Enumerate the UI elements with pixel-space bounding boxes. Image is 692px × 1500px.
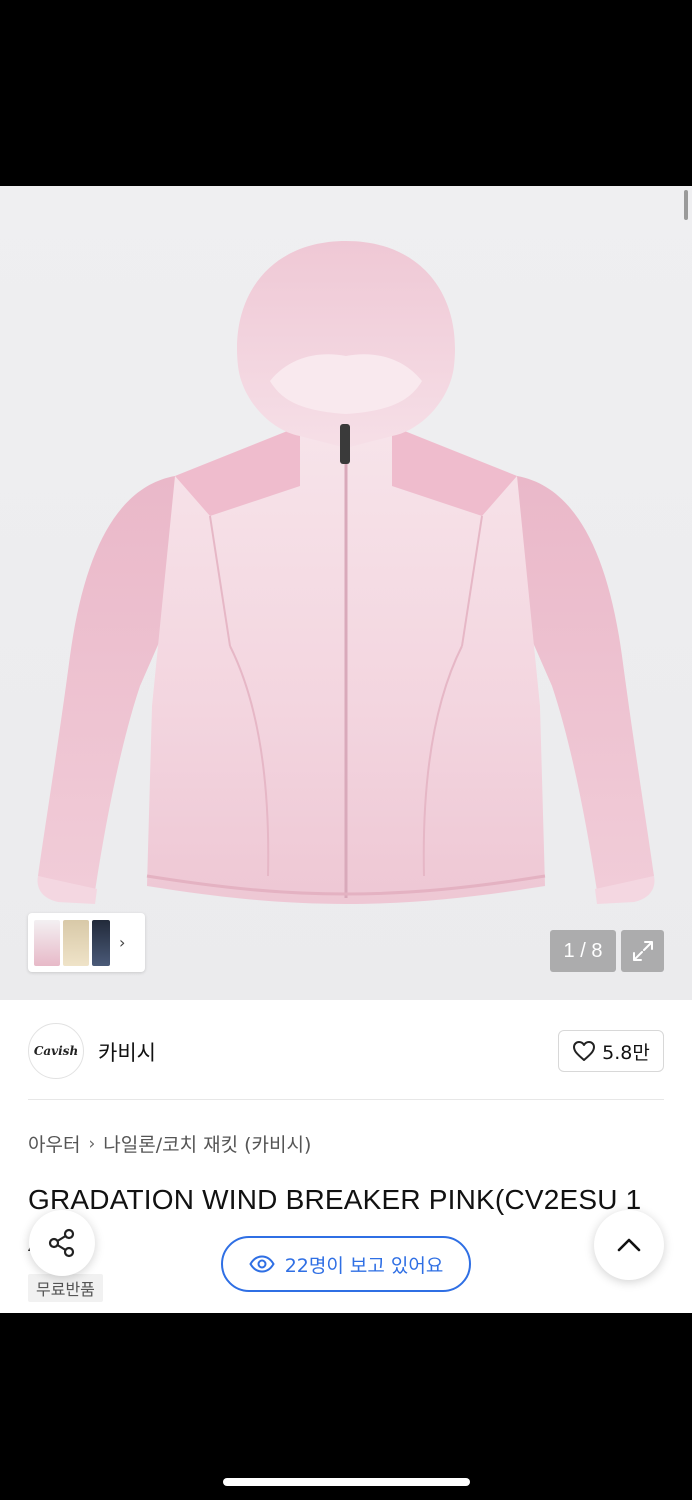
scroll-indicator — [684, 190, 688, 220]
chevron-up-icon — [617, 1238, 641, 1252]
breadcrumb-item-outer[interactable]: 아우터 — [28, 1130, 80, 1157]
brand-row: Cavish 카비시 5.8만 — [28, 1023, 664, 1079]
breadcrumb: 아우터 › 나일론/코치 재킷 (카비시) — [28, 1130, 311, 1157]
product-screen: › 1 / 8 Cavish 카비시 5.8만 아우터 › 나일론/코치 재킷 … — [0, 186, 692, 1313]
breadcrumb-item-category[interactable]: 나일론/코치 재킷 (카비시) — [103, 1130, 311, 1157]
brand-logo[interactable]: Cavish — [28, 1023, 84, 1079]
product-image — [37, 241, 655, 904]
share-icon — [48, 1228, 75, 1258]
divider — [28, 1099, 664, 1100]
viewers-text: 22명이 보고 있어요 — [284, 1254, 444, 1277]
free-return-badge: 무료반품 — [28, 1274, 103, 1302]
heart-icon — [573, 1041, 596, 1061]
image-counter: 1 / 8 — [550, 930, 616, 972]
product-image-gallery[interactable]: › 1 / 8 — [0, 186, 692, 1000]
status-bar-area — [0, 0, 692, 186]
chevron-right-icon[interactable]: › — [119, 933, 125, 952]
share-button[interactable] — [29, 1210, 95, 1276]
thumbnail-1[interactable] — [34, 919, 60, 966]
scroll-top-button[interactable] — [594, 1210, 664, 1280]
expand-icon — [632, 941, 653, 961]
expand-button[interactable] — [621, 930, 664, 972]
viewers-badge[interactable]: 22명이 보고 있어요 — [221, 1236, 471, 1292]
brand-name[interactable]: 카비시 — [98, 1037, 156, 1067]
thumbnail-2[interactable] — [63, 919, 89, 966]
thumbnail-strip[interactable]: › — [28, 913, 145, 972]
bottom-bar-area — [0, 1313, 692, 1500]
chevron-right-icon: › — [88, 1133, 96, 1154]
home-indicator[interactable] — [223, 1478, 470, 1486]
thumbnail-3[interactable] — [92, 919, 110, 966]
like-count: 5.8만 — [602, 1041, 650, 1064]
eye-icon — [249, 1255, 275, 1273]
like-button[interactable]: 5.8만 — [558, 1030, 664, 1072]
